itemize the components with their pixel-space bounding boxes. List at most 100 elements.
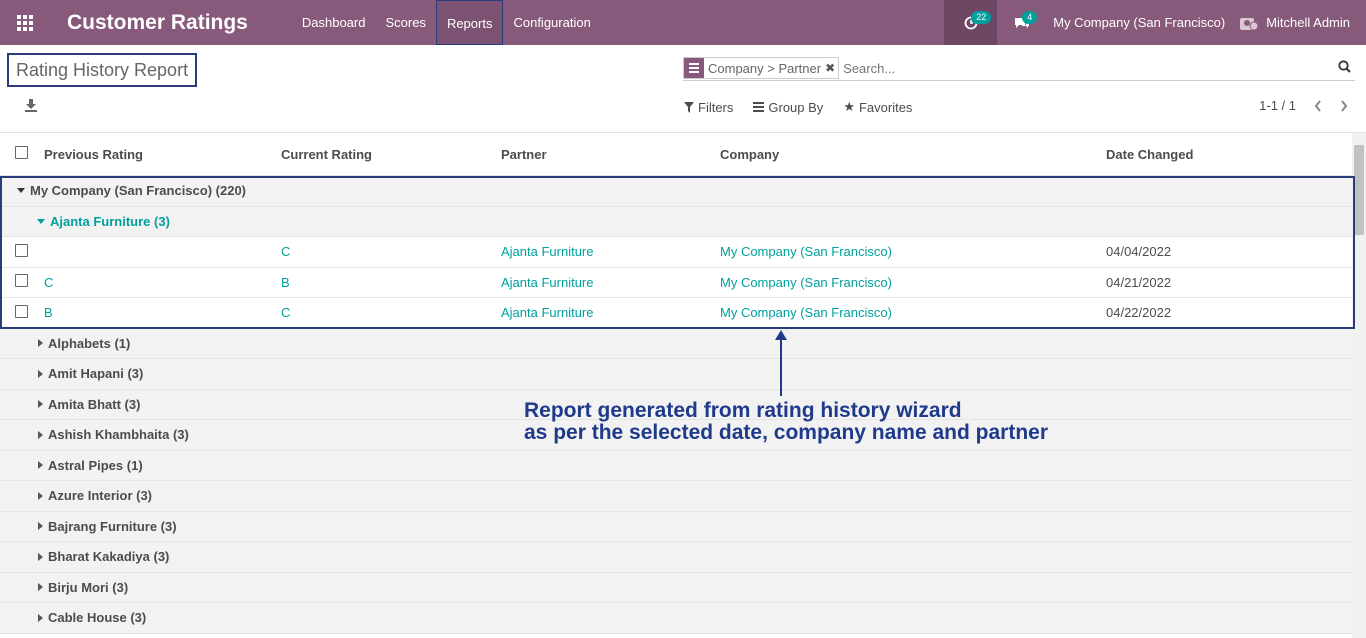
menu-configuration[interactable]: Configuration: [503, 0, 600, 45]
group-row-partner-collapsed[interactable]: Bajrang Furniture (3): [0, 511, 1352, 542]
search-facet: Company > Partner ✖: [683, 57, 840, 79]
caret-right-icon: [38, 491, 43, 500]
caret-right-icon: [38, 613, 43, 622]
group-label: Amita Bhatt (3): [48, 396, 141, 412]
cell-date: 04/22/2022: [1106, 305, 1172, 321]
annotation-text: Report generated from rating history wiz…: [524, 400, 1048, 444]
table-header: Previous Rating Current Rating Partner C…: [0, 133, 1352, 176]
filter-icon: [684, 101, 694, 113]
cell-previous-rating: B: [44, 305, 53, 321]
activity-button[interactable]: 22: [944, 0, 998, 45]
vertical-scrollbar[interactable]: [1352, 133, 1366, 638]
favorites-button[interactable]: ★ Favorites: [843, 99, 912, 115]
caret-right-icon: [38, 583, 43, 592]
search-bar: Company > Partner ✖: [683, 56, 1355, 81]
group-label: My Company (San Francisco) (220): [30, 183, 246, 199]
caret-right-icon: [38, 339, 43, 348]
row-checkbox[interactable]: [15, 243, 28, 257]
bars-icon: [753, 102, 765, 112]
facet-remove-icon[interactable]: ✖: [825, 61, 838, 75]
table-row[interactable]: B C Ajanta Furniture My Company (San Fra…: [0, 298, 1352, 329]
activity-count-badge: 22: [971, 11, 992, 24]
pager-value[interactable]: 1-1 / 1: [1259, 98, 1296, 113]
group-by-facet-icon: [684, 58, 704, 78]
group-row-partner-collapsed[interactable]: Bharat Kakadiya (3): [0, 542, 1352, 573]
page-title: Rating History Report: [7, 53, 198, 87]
group-label: Bajrang Furniture (3): [48, 518, 177, 534]
group-row-partner-collapsed[interactable]: Cable House (3): [0, 603, 1352, 634]
group-label: Birju Mori (3): [48, 579, 129, 595]
app-title: Customer Ratings: [67, 10, 248, 34]
user-name: Mitchell Admin: [1266, 15, 1350, 30]
annotation-line-1: Report generated from rating history wiz…: [524, 399, 962, 422]
header-date-changed[interactable]: Date Changed: [1106, 147, 1352, 162]
filters-button[interactable]: Filters: [684, 99, 733, 115]
annotation-arrow-icon: [775, 330, 787, 396]
caret-right-icon: [38, 430, 43, 439]
header-company[interactable]: Company: [720, 147, 1106, 162]
cell-partner: Ajanta Furniture: [501, 244, 594, 260]
facet-value: Company > Partner: [708, 60, 822, 76]
group-label: Alphabets (1): [48, 335, 131, 351]
caret-right-icon: [38, 369, 43, 378]
caret-down-icon: [17, 188, 25, 194]
group-row-partner-collapsed[interactable]: Amit Hapani (3): [0, 359, 1352, 390]
star-icon: ★: [843, 99, 855, 114]
messages-button[interactable]: 4: [997, 0, 1047, 45]
report-list: Previous Rating Current Rating Partner C…: [0, 133, 1352, 638]
caret-right-icon: [38, 522, 43, 531]
caret-down-icon: [37, 218, 45, 224]
pager: 1-1 / 1: [1259, 98, 1348, 113]
select-all-checkbox[interactable]: [15, 146, 28, 159]
table-row[interactable]: C B Ajanta Furniture My Company (San Fra…: [0, 267, 1352, 298]
menu-dashboard[interactable]: Dashboard: [292, 0, 376, 45]
company-switcher[interactable]: My Company (San Francisco): [1047, 15, 1239, 30]
header-partner[interactable]: Partner: [501, 147, 720, 162]
group-row-company[interactable]: My Company (San Francisco) (220): [0, 176, 1352, 207]
search-options: Filters Group By ★ Favorites: [684, 99, 912, 115]
menu-scores[interactable]: Scores: [375, 0, 435, 45]
table-row[interactable]: C Ajanta Furniture My Company (San Franc…: [0, 237, 1352, 268]
chevron-right-icon[interactable]: [1340, 99, 1348, 112]
cell-previous-rating: C: [44, 274, 54, 290]
row-checkbox[interactable]: [15, 304, 28, 318]
group-row-partner[interactable]: Ajanta Furniture (3): [0, 206, 1352, 237]
group-label: Amit Hapani (3): [48, 366, 144, 382]
cell-date: 04/21/2022: [1106, 274, 1172, 290]
group-label: Cable House (3): [48, 610, 147, 626]
row-checkbox[interactable]: [15, 274, 28, 288]
control-panel: Rating History Report Company > Partner …: [0, 45, 1366, 133]
menu-reports[interactable]: Reports: [435, 0, 504, 45]
cell-company: My Company (San Francisco): [720, 274, 892, 290]
search-icon[interactable]: [1338, 60, 1351, 73]
cell-company: My Company (San Francisco): [720, 244, 892, 260]
group-label: Azure Interior (3): [48, 488, 153, 504]
group-by-label: Group By: [768, 99, 824, 115]
apps-menu-icon[interactable]: [0, 0, 50, 45]
cell-date: 04/04/2022: [1106, 244, 1172, 260]
caret-right-icon: [38, 552, 43, 561]
cell-current-rating: B: [281, 274, 290, 290]
cell-partner: Ajanta Furniture: [501, 305, 594, 321]
user-avatar-icon: [1240, 17, 1259, 30]
group-by-button[interactable]: Group By: [753, 99, 823, 115]
header-previous-rating[interactable]: Previous Rating: [44, 147, 281, 162]
filters-label: Filters: [698, 99, 734, 115]
group-row-partner-collapsed[interactable]: Astral Pipes (1): [0, 450, 1352, 481]
message-count-badge: 4: [1022, 11, 1038, 24]
scroll-thumb[interactable]: [1354, 145, 1364, 235]
favorites-label: Favorites: [858, 99, 913, 115]
chevron-left-icon[interactable]: [1314, 99, 1322, 112]
group-row-partner-collapsed[interactable]: Alphabets (1): [0, 328, 1352, 359]
user-menu[interactable]: Mitchell Admin: [1239, 15, 1366, 31]
group-label: Astral Pipes (1): [48, 457, 143, 473]
cell-current-rating: C: [281, 305, 291, 321]
download-button[interactable]: [24, 98, 40, 114]
group-row-partner-collapsed[interactable]: Azure Interior (3): [0, 481, 1352, 512]
header-current-rating[interactable]: Current Rating: [281, 147, 501, 162]
search-input[interactable]: [843, 60, 1324, 76]
cell-company: My Company (San Francisco): [720, 305, 892, 321]
cell-current-rating: C: [281, 244, 291, 260]
annotation-line-2: as per the selected date, company name a…: [524, 421, 1049, 444]
group-row-partner-collapsed[interactable]: Birju Mori (3): [0, 572, 1352, 603]
